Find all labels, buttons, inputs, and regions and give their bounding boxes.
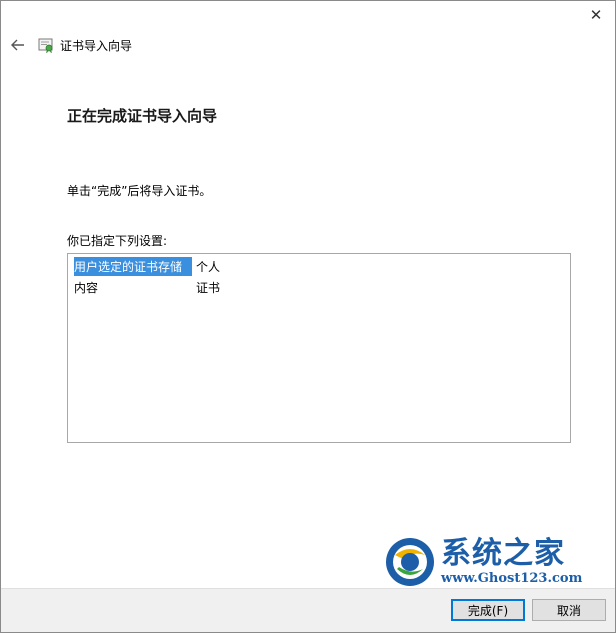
close-button[interactable]: ✕ xyxy=(583,4,609,26)
cancel-button[interactable]: 取消 xyxy=(532,599,606,621)
wizard-header: 证书导入向导 xyxy=(1,31,615,59)
back-arrow-icon xyxy=(11,39,24,51)
watermark-logo-icon xyxy=(386,538,434,586)
settings-row-value: 个人 xyxy=(196,260,221,274)
settings-list[interactable]: 用户选定的证书存储 个人 内容 证书 xyxy=(67,253,571,443)
settings-row[interactable]: 内容 证书 xyxy=(74,278,220,297)
close-icon: ✕ xyxy=(589,6,603,24)
watermark-url: www.Ghost123.com xyxy=(441,571,583,586)
finish-button[interactable]: 完成(F) xyxy=(451,599,525,621)
page-title: 正在完成证书导入向导 xyxy=(67,107,218,125)
certificate-import-wizard-window: ✕ 证书导入向导 正在完成证书导入向导 单击“完成”后将导入证书。 你已指定下列… xyxy=(0,0,616,633)
settings-row-value: 证书 xyxy=(196,281,221,295)
settings-label: 你已指定下列设置: xyxy=(67,234,168,248)
instruction-text: 单击“完成”后将导入证书。 xyxy=(67,184,212,198)
settings-row-key: 内容 xyxy=(74,281,99,295)
back-button[interactable] xyxy=(3,32,33,58)
certificate-icon xyxy=(38,38,53,53)
wizard-title: 证书导入向导 xyxy=(60,38,133,53)
settings-row[interactable]: 用户选定的证书存储 个人 xyxy=(74,257,220,276)
watermark-title: 系统之家 xyxy=(441,536,565,571)
footer-bar: 完成(F) 取消 xyxy=(1,588,615,632)
settings-row-key: 用户选定的证书存储 xyxy=(74,257,192,276)
watermark: 系统之家 www.Ghost123.com xyxy=(383,530,603,594)
